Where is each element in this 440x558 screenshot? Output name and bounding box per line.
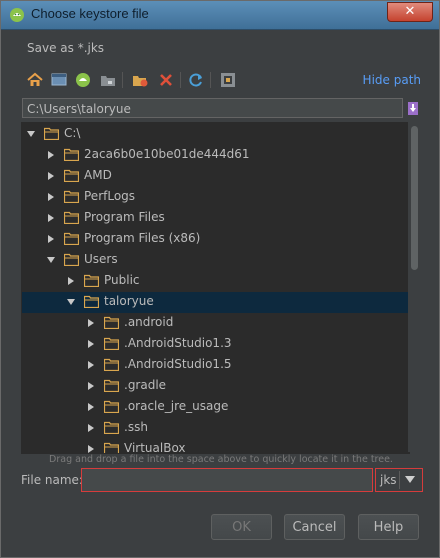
tree-row[interactable]: .AndroidStudio1.3 [22, 334, 409, 355]
folder-icon [64, 190, 79, 203]
collapsed-arrow-icon[interactable] [46, 150, 56, 160]
folder-icon [64, 169, 79, 182]
collapsed-arrow-icon[interactable] [46, 213, 56, 223]
hide-path-link[interactable]: Hide path [363, 73, 421, 87]
collapsed-arrow-icon[interactable] [86, 381, 96, 391]
tree-row[interactable]: VirtualBox [22, 439, 409, 454]
tree-item-label: Users [84, 252, 118, 266]
tree-row[interactable]: .gradle [22, 376, 409, 397]
tree-scrollbar[interactable] [408, 122, 420, 452]
show-hidden-icon[interactable] [219, 71, 237, 89]
folder-icon [104, 400, 119, 413]
collapsed-arrow-icon[interactable] [86, 423, 96, 433]
folder-icon [44, 127, 59, 140]
tree-row[interactable]: taloryue [22, 292, 409, 313]
android-project-icon[interactable] [74, 71, 92, 89]
collapsed-arrow-icon[interactable] [86, 444, 96, 454]
dialog-window: Choose keystore file ✕ Save as *.jks Hid… [0, 0, 440, 558]
expanded-arrow-icon[interactable] [66, 297, 76, 307]
file-name-field[interactable] [81, 468, 373, 492]
tree-row[interactable]: PerfLogs [22, 187, 409, 208]
folder-icon [64, 253, 79, 266]
folder-icon [104, 379, 119, 392]
ok-button[interactable]: OK [211, 514, 272, 540]
expanded-arrow-icon[interactable] [26, 129, 36, 139]
collapsed-arrow-icon[interactable] [46, 192, 56, 202]
collapsed-arrow-icon[interactable] [86, 402, 96, 412]
desktop-icon[interactable] [50, 71, 68, 89]
tree-item-label: PerfLogs [84, 189, 136, 203]
tree-item-label: taloryue [104, 294, 154, 308]
help-button[interactable]: Help [358, 514, 419, 540]
tree-item-label: .ssh [124, 420, 148, 434]
tree-row[interactable]: Program Files (x86) [22, 229, 409, 250]
delete-icon[interactable] [157, 71, 175, 89]
folder-icon [64, 232, 79, 245]
collapsed-arrow-icon[interactable] [86, 339, 96, 349]
extension-value: jks [380, 473, 397, 487]
folder-icon [104, 316, 119, 329]
file-name-input[interactable] [82, 469, 372, 491]
android-icon [10, 8, 24, 22]
collapsed-arrow-icon[interactable] [46, 234, 56, 244]
tree-row[interactable]: Program Files [22, 208, 409, 229]
cancel-button[interactable]: Cancel [284, 514, 345, 540]
folder-icon [104, 337, 119, 350]
collapsed-arrow-icon[interactable] [86, 360, 96, 370]
path-field[interactable]: C:\Users\taloryue [22, 98, 403, 118]
folder-icon [64, 148, 79, 161]
folder-icon [104, 421, 119, 434]
module-folder-icon[interactable] [99, 71, 117, 89]
scrollbar-thumb[interactable] [411, 126, 418, 270]
folder-icon [84, 274, 99, 287]
folder-icon [84, 295, 99, 308]
refresh-icon[interactable] [187, 71, 205, 89]
tree-row[interactable]: C:\ [22, 124, 409, 145]
title-bar[interactable]: Choose keystore file ✕ [1, 1, 439, 30]
tree-item-label: AMD [84, 168, 112, 182]
window-title: Choose keystore file [31, 6, 149, 21]
collapsed-arrow-icon[interactable] [86, 318, 96, 328]
tree-item-label: Program Files (x86) [84, 231, 201, 245]
tree-item-label: 2aca6b0e10be01de444d61 [84, 147, 250, 161]
tree-item-label: Public [104, 273, 140, 287]
folder-icon [104, 358, 119, 371]
tree-item-label: .oracle_jre_usage [124, 399, 229, 413]
expanded-arrow-icon[interactable] [46, 255, 56, 265]
home-icon[interactable] [26, 71, 44, 89]
dialog-subtitle: Save as *.jks [27, 41, 105, 55]
tree-item-label: .AndroidStudio1.5 [124, 357, 232, 371]
browse-path-icon[interactable] [406, 99, 420, 117]
drag-drop-hint: Drag and drop a file into the space abov… [49, 454, 393, 465]
folder-icon [104, 442, 119, 453]
tree-item-label: C:\ [64, 126, 81, 140]
collapsed-arrow-icon[interactable] [66, 276, 76, 286]
new-folder-icon[interactable] [131, 71, 149, 89]
tree-item-label: Program Files [84, 210, 165, 224]
tree-row[interactable]: AMD [22, 166, 409, 187]
dropdown-arrow-icon[interactable] [405, 476, 415, 483]
file-tree[interactable]: C:\ 2aca6b0e10be01de444d61 AMD PerfLogs Prog… [21, 122, 410, 454]
close-button[interactable]: ✕ [387, 2, 433, 22]
tree-item-label: .AndroidStudio1.3 [124, 336, 232, 350]
extension-dropdown[interactable]: jks [375, 468, 423, 492]
tree-item-label: VirtualBox [124, 441, 186, 454]
tree-row[interactable]: .AndroidStudio1.5 [22, 355, 409, 376]
tree-item-label: .gradle [124, 378, 167, 392]
folder-icon [64, 211, 79, 224]
tree-row[interactable]: Public [22, 271, 409, 292]
collapsed-arrow-icon[interactable] [46, 171, 56, 181]
file-name-label: File name: [21, 473, 83, 487]
tree-row[interactable]: .oracle_jre_usage [22, 397, 409, 418]
tree-item-label: .android [124, 315, 174, 329]
tree-row[interactable]: .android [22, 313, 409, 334]
toolbar: Hide path [21, 69, 421, 93]
tree-row[interactable]: .ssh [22, 418, 409, 439]
tree-row[interactable]: 2aca6b0e10be01de444d61 [22, 145, 409, 166]
tree-row[interactable]: Users [22, 250, 409, 271]
